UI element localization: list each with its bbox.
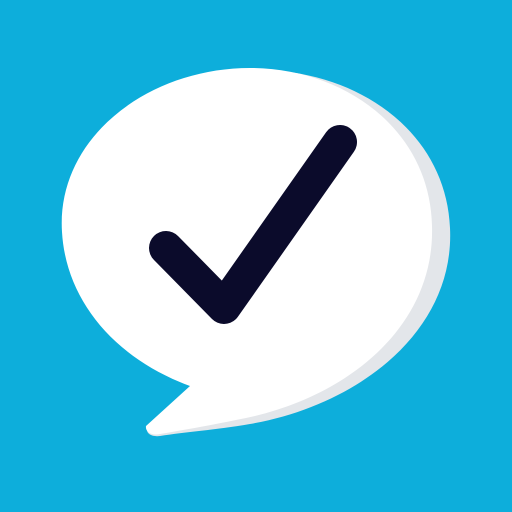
app-icon [0, 0, 512, 512]
speech-bubble-checkmark-icon [0, 0, 512, 512]
